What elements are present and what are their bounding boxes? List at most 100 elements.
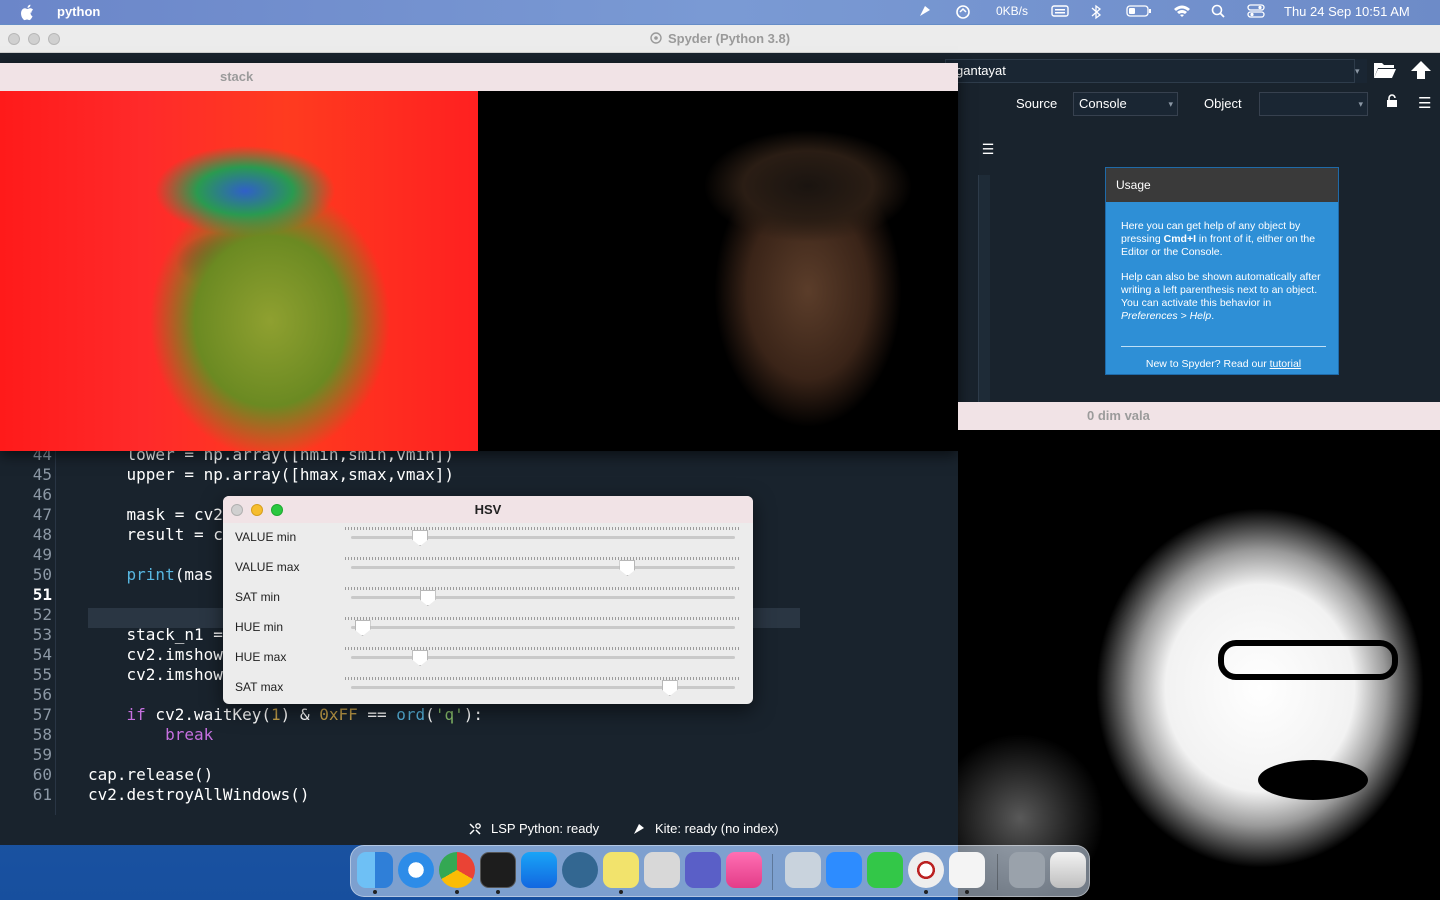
- clock[interactable]: Thu 24 Sep 10:51 AM: [1284, 4, 1410, 19]
- tutorial-link[interactable]: tutorial: [1270, 358, 1302, 370]
- creativit-icon[interactable]: [726, 852, 762, 888]
- wifi-icon[interactable]: [1173, 4, 1191, 21]
- mask-window-title[interactable]: 0 dim vala: [958, 402, 1440, 430]
- code-text: cv2.waitKey(: [145, 705, 272, 724]
- hsv-title-text: HSV: [474, 502, 502, 517]
- spotlight-search-icon[interactable]: [1211, 4, 1225, 21]
- document-icon[interactable]: [949, 852, 985, 888]
- hsv-window-title[interactable]: HSV: [223, 496, 753, 523]
- preview-icon[interactable]: [785, 852, 821, 888]
- chrome-icon[interactable]: [439, 852, 475, 888]
- trackbar-knob[interactable]: [412, 650, 429, 666]
- trash-icon[interactable]: [1050, 852, 1086, 888]
- battery-icon[interactable]: [1126, 4, 1152, 21]
- app-store-icon[interactable]: [521, 852, 557, 888]
- teams-icon[interactable]: [685, 852, 721, 888]
- lsp-status[interactable]: LSP Python: ready: [491, 821, 599, 836]
- spyder-icon[interactable]: [908, 852, 944, 888]
- running-indicator: [496, 890, 500, 894]
- line-number: 55: [32, 665, 52, 684]
- trackbar-row: HUE min: [223, 613, 753, 643]
- working-directory-field[interactable]: gantayat: [945, 59, 1355, 83]
- stickies-icon[interactable]: [603, 852, 639, 888]
- facetime-icon[interactable]: [867, 852, 903, 888]
- object-combo[interactable]: ▾: [1259, 92, 1368, 116]
- line-number: 53: [32, 625, 52, 644]
- zoom-icon[interactable]: [826, 852, 862, 888]
- close-button[interactable]: [8, 33, 20, 45]
- line-number: 52: [32, 605, 52, 624]
- trackbar-label: SAT max: [235, 680, 284, 694]
- code-line: cv2.imshow: [88, 645, 223, 664]
- line-number: 47: [32, 505, 52, 524]
- trackbar-row: HUE max: [223, 643, 753, 673]
- trackbar-slider[interactable]: [351, 626, 735, 629]
- terminal-icon[interactable]: [480, 852, 516, 888]
- dock: [350, 845, 1090, 897]
- shortcut-key: Cmd+I: [1163, 233, 1196, 245]
- mask-image-window: 0 dim vala: [958, 402, 1440, 900]
- code-line: mask = cv2: [88, 505, 223, 524]
- hsv-trackbar-window: HSV VALUE min VALUE max SAT min HUE min HUE …: [223, 496, 753, 704]
- code-keyword: if: [126, 705, 146, 724]
- zoom-button[interactable]: [271, 504, 283, 516]
- scrollbar[interactable]: [978, 175, 990, 425]
- usage-footer: New to Spyder? Read our tutorial: [1121, 346, 1326, 370]
- line-number: 60: [32, 765, 52, 784]
- trackbar-ticks: [345, 617, 741, 620]
- screenshot-icon[interactable]: [644, 852, 680, 888]
- trackbar-ticks: [345, 557, 741, 560]
- kite-status[interactable]: Kite: ready (no index): [655, 821, 779, 836]
- editor-options-icon[interactable]: ☰: [978, 139, 998, 159]
- trackbar-slider[interactable]: [351, 536, 735, 539]
- trackbar-knob[interactable]: [619, 560, 636, 576]
- trackbar-row: SAT max: [223, 673, 753, 703]
- code-line: if cv2.waitKey(1) & 0xFF == ord('q'):: [88, 705, 483, 725]
- running-indicator: [455, 890, 459, 894]
- trackbar-knob[interactable]: [419, 590, 436, 606]
- control-center-icon[interactable]: [1247, 4, 1265, 21]
- options-menu-icon[interactable]: ☰: [1418, 94, 1431, 112]
- status-bar: LSP Python: ready Kite: ready (no index): [0, 815, 800, 843]
- sync-icon[interactable]: [955, 4, 971, 23]
- lock-icon[interactable]: [1386, 94, 1398, 113]
- keyboard-icon[interactable]: [1051, 4, 1069, 21]
- minimize-button[interactable]: [251, 504, 263, 516]
- line-number: 45: [32, 465, 52, 484]
- close-button[interactable]: [231, 504, 243, 516]
- trackbar-slider[interactable]: [351, 566, 735, 569]
- trackbar-knob[interactable]: [412, 530, 429, 546]
- network-speed[interactable]: 0KB/s: [996, 4, 1028, 18]
- zoom-button[interactable]: [48, 33, 60, 45]
- active-app-name[interactable]: python: [57, 4, 100, 19]
- apple-icon[interactable]: [20, 3, 36, 21]
- finder-icon[interactable]: [357, 852, 393, 888]
- minimize-button[interactable]: [28, 33, 40, 45]
- parent-directory-icon[interactable]: [1410, 60, 1432, 85]
- code-text: (mas: [174, 565, 214, 584]
- dock-divider: [772, 854, 773, 890]
- stack-window-title[interactable]: stack: [0, 63, 958, 91]
- line-number: 57: [32, 705, 52, 724]
- source-combo[interactable]: Console ▾: [1073, 92, 1178, 116]
- trackbar-knob[interactable]: [354, 620, 371, 636]
- masked-camera-frame: [478, 91, 958, 451]
- downloads-icon[interactable]: [1009, 852, 1045, 888]
- line-number: 54: [32, 645, 52, 664]
- spyder-title-bar[interactable]: Spyder (Python 3.8): [0, 25, 1440, 53]
- chevron-down-icon: ▾: [1358, 99, 1363, 109]
- safari-icon[interactable]: [398, 852, 434, 888]
- trackbar-knob[interactable]: [661, 680, 678, 696]
- browse-folder-icon[interactable]: [1373, 60, 1397, 85]
- chevron-down-icon[interactable]: ▾: [1355, 59, 1367, 83]
- usage-panel: Usage Here you can get help of any objec…: [1105, 167, 1339, 375]
- kite-menu-icon[interactable]: [918, 4, 932, 21]
- code-line: upper = np.array([hmax,smax,vmax]): [88, 465, 455, 484]
- trackbar-label: HUE min: [235, 620, 284, 634]
- trackbar-slider[interactable]: [351, 656, 735, 659]
- stack-image-window: stack: [0, 63, 958, 451]
- trackbar-ticks: [345, 677, 741, 680]
- trackbar-slider[interactable]: [351, 596, 735, 599]
- bluetooth-icon[interactable]: [1090, 4, 1102, 23]
- postgres-icon[interactable]: [562, 852, 598, 888]
